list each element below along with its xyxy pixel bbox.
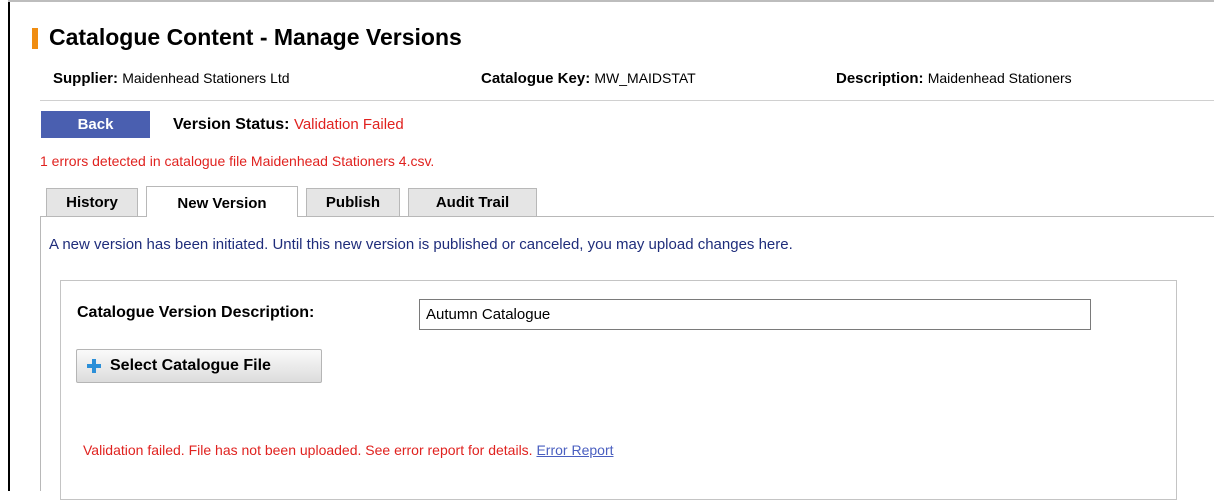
catalogue-key-field: Catalogue Key: MW_MAIDSTAT: [481, 70, 696, 87]
validation-failed-text: Validation failed. File has not been upl…: [83, 442, 533, 458]
error-report-link[interactable]: Error Report: [536, 442, 613, 458]
description-field: Description: Maidenhead Stationers: [836, 70, 1072, 87]
tab-publish[interactable]: Publish: [306, 188, 400, 216]
plus-icon: [87, 359, 101, 373]
supplier-label: Supplier:: [53, 70, 119, 87]
select-catalogue-file-label: Select Catalogue File: [110, 357, 271, 374]
back-button[interactable]: Back: [41, 111, 150, 138]
tab-panel-border: [40, 216, 41, 491]
page-frame-left: [8, 0, 10, 491]
supplier-field: Supplier: Maidenhead Stationers Ltd: [53, 70, 290, 87]
catalogue-version-description-input[interactable]: [419, 299, 1091, 330]
version-status-value: Validation Failed: [293, 116, 404, 133]
supplier-value: Maidenhead Stationers Ltd: [122, 70, 290, 86]
tab-audit-trail[interactable]: Audit Trail: [408, 188, 537, 216]
description-value: Maidenhead Stationers: [927, 70, 1072, 86]
header-divider: [40, 100, 1214, 101]
catalogue-key-value: MW_MAIDSTAT: [594, 70, 696, 86]
catalogue-version-description-label: Catalogue Version Description:: [77, 304, 315, 321]
tab-history[interactable]: History: [46, 188, 138, 216]
tab-new-version[interactable]: New Version: [146, 186, 298, 217]
title-accent-bar: [32, 28, 38, 49]
new-version-info: A new version has been initiated. Until …: [49, 236, 793, 253]
description-label: Description:: [836, 70, 924, 87]
page-title: Catalogue Content - Manage Versions: [49, 24, 462, 50]
catalogue-key-label: Catalogue Key:: [481, 70, 591, 87]
version-status-label: Version Status:: [173, 116, 290, 133]
select-catalogue-file-button[interactable]: Select Catalogue File: [76, 349, 322, 383]
page-frame-top: [8, 0, 1214, 2]
validation-message: Validation failed. File has not been upl…: [83, 442, 614, 458]
version-status: Version Status: Validation Failed: [173, 116, 404, 134]
catalogue-error-message: 1 errors detected in catalogue file Maid…: [40, 153, 435, 169]
